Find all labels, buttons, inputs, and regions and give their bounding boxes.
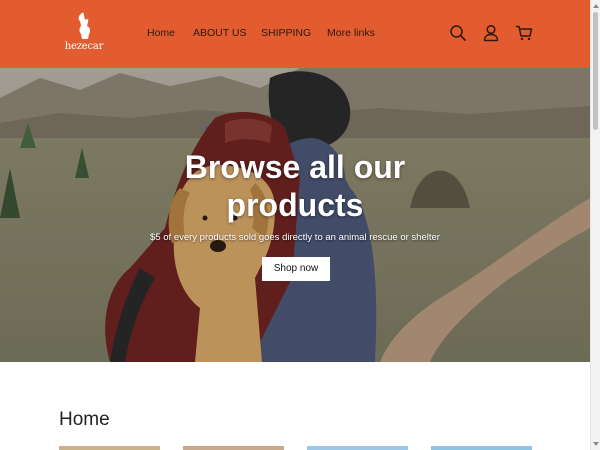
nav-about-us[interactable]: ABOUT US	[193, 27, 246, 39]
product-card-3[interactable]	[307, 446, 408, 450]
nav-shipping[interactable]: SHIPPING	[261, 27, 311, 39]
cart-icon[interactable]	[515, 24, 533, 42]
scroll-down-icon[interactable]	[593, 442, 599, 446]
scroll-up-icon[interactable]	[593, 4, 599, 8]
section-title: Home	[59, 409, 110, 430]
hero-banner: Browse all our products $5 of every prod…	[0, 68, 590, 362]
search-icon[interactable]	[449, 24, 467, 42]
scroll-thumb[interactable]	[593, 12, 598, 130]
hero-subtitle: $5 of every products sold goes directly …	[150, 232, 440, 243]
account-icon[interactable]	[482, 24, 500, 42]
shop-now-button[interactable]: Shop now	[262, 257, 330, 281]
logo-icon	[78, 12, 91, 39]
page-scrollbar[interactable]	[590, 0, 600, 450]
product-card-4[interactable]	[431, 446, 532, 450]
brand-name: hezecar	[64, 41, 104, 52]
hero-title: Browse all our products	[184, 149, 406, 223]
product-card-1[interactable]	[59, 446, 160, 450]
nav-more-links[interactable]: More links	[327, 27, 375, 39]
site-header: hezecar Home ABOUT US SHIPPING More link…	[0, 0, 590, 68]
product-card-2[interactable]	[183, 446, 284, 450]
brand-logo[interactable]: hezecar	[62, 12, 106, 58]
nav-home[interactable]: Home	[147, 27, 175, 39]
